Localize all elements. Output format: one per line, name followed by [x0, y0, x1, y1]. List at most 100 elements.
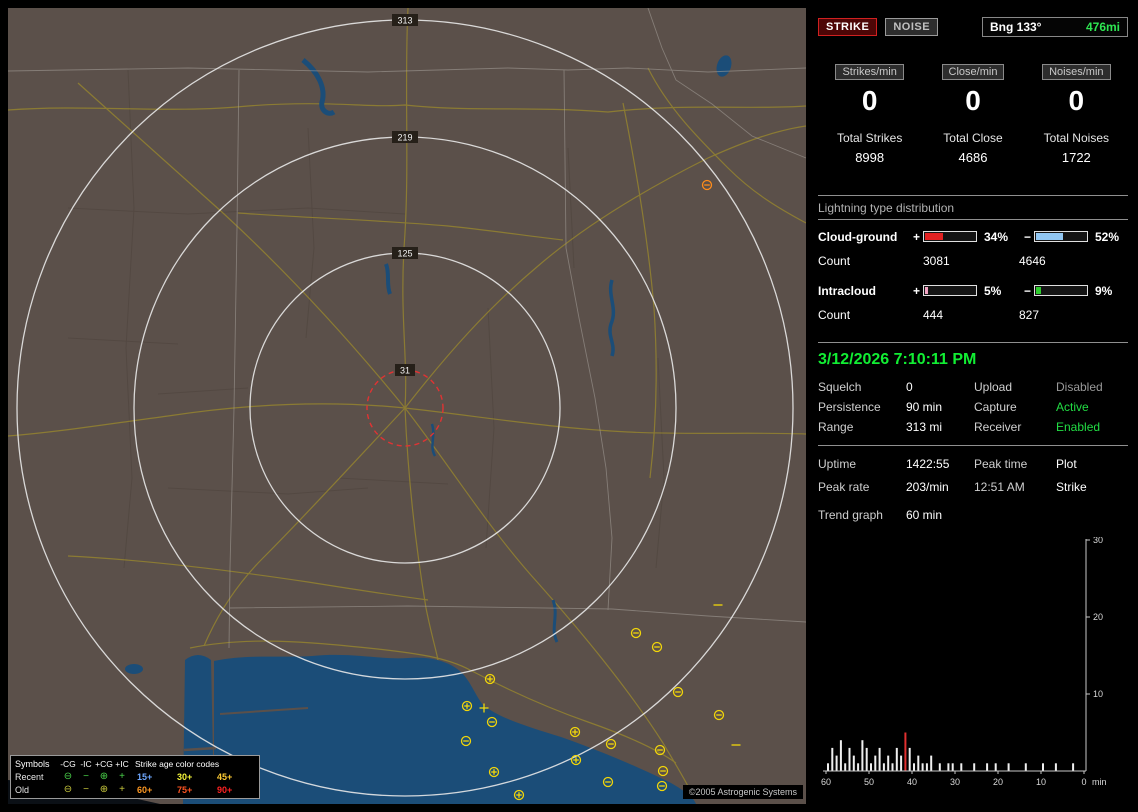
legend-col-pos-cg: +CG [95, 759, 113, 769]
ic-plus-pct: 5% [979, 284, 1021, 298]
info-value: Active [1056, 400, 1128, 414]
legend-col-neg-ic: -IC [77, 759, 95, 769]
plus-sign: + [910, 284, 923, 298]
status-rows: Squelch0UploadDisabledPersistence90 minC… [818, 377, 1128, 445]
total-close-label: Total Close [921, 131, 1024, 145]
trend-x-tick: 40 [907, 777, 917, 787]
cg-plus-pct: 34% [979, 230, 1021, 244]
legend-symbols-title: Symbols [15, 759, 59, 769]
minus-sign: − [1021, 230, 1034, 244]
legend-strike-glyph: + [113, 785, 131, 795]
cg-plus-count: 3081 [923, 254, 1019, 268]
legend-header: Symbols -CG -IC +CG +IC Strike age color… [15, 757, 257, 770]
count-label: Count [818, 254, 910, 268]
noises-per-min-label: Noises/min [1042, 64, 1110, 80]
cloud-ground-row: Cloud-ground + 34% − 52% [818, 224, 1128, 249]
ring-distance-label: 31 [400, 366, 410, 376]
rate-col-noises: Noises/min 0 Total Noises 1722 [1025, 64, 1128, 165]
bearing-label: Bng 133° [990, 20, 1041, 34]
intracloud-count-row: Count 444 827 [818, 303, 1128, 326]
info-label: 12:51 AM [974, 480, 1056, 494]
info-label: Range [818, 420, 906, 434]
info-label: Peak time [974, 457, 1056, 471]
cg-minus-count: 4646 [1019, 254, 1128, 268]
trend-y-tick: 20 [1093, 612, 1103, 622]
ic-plus-gauge [923, 285, 977, 296]
trend-y-tick: 30 [1093, 537, 1103, 545]
copyright: ©2005 Astrogenic Systems [683, 785, 803, 799]
info-value: Disabled [1056, 380, 1128, 394]
trend-graph-window: 60 min [906, 508, 1128, 522]
trend-graph: 6050403020100min302010 [818, 537, 1128, 792]
strikes-per-min-label: Strikes/min [835, 64, 903, 80]
legend-strike-glyph: ⊖ [59, 772, 77, 782]
minus-sign: − [1021, 284, 1034, 298]
trend-x-tick: 30 [950, 777, 960, 787]
legend-col-pos-ic: +IC [113, 759, 131, 769]
sidebar-topbar: STRIKE NOISE Bng 133° 476mi [818, 16, 1128, 38]
legend-col-neg-cg: -CG [59, 759, 77, 769]
legend-row: Old⊖−⊕+60+75+90+ [15, 783, 257, 796]
rate-col-strikes: Strikes/min 0 Total Strikes 8998 [818, 64, 921, 165]
total-strikes-label: Total Strikes [818, 131, 921, 145]
info-label: Persistence [818, 400, 906, 414]
legend-strike-glyph: − [77, 772, 95, 782]
total-noises-value: 1722 [1025, 150, 1128, 165]
legend-strike-glyph: ⊕ [95, 772, 113, 782]
strike-button[interactable]: STRIKE [818, 18, 877, 36]
info-label: Capture [974, 400, 1056, 414]
rate-col-close: Close/min 0 Total Close 4686 [921, 64, 1024, 165]
legend-age-code: 30+ [171, 772, 211, 782]
info-row: Squelch0UploadDisabled [818, 377, 1128, 397]
info-label: Peak rate [818, 480, 906, 494]
strikes-per-min-value: 0 [818, 85, 921, 117]
info-row: Range313 miReceiverEnabled [818, 417, 1128, 437]
legend-age-code: 60+ [131, 785, 171, 795]
legend-row-label: Recent [15, 772, 59, 782]
legend-row: Recent⊖−⊕+15+30+45+ [15, 770, 257, 783]
bearing-box: Bng 133° 476mi [982, 17, 1128, 37]
ic-plus-count: 444 [923, 308, 1019, 322]
bearing-distance: 476mi [1086, 20, 1120, 34]
cg-plus-gauge [923, 231, 977, 242]
cloud-ground-count-row: Count 3081 4646 [818, 249, 1128, 272]
ring-distance-label: 125 [397, 249, 412, 259]
ic-minus-pct: 9% [1090, 284, 1126, 298]
info-row: Uptime1422:55Peak timePlot [818, 452, 1128, 475]
noise-button[interactable]: NOISE [885, 18, 938, 36]
info-label: Uptime [818, 457, 906, 471]
total-close-value: 4686 [921, 150, 1024, 165]
legend-strike-glyph: − [77, 785, 95, 795]
trend-y-tick: 10 [1093, 689, 1103, 699]
session-rows: Uptime1422:55Peak timePlotPeak rate203/m… [818, 446, 1128, 498]
legend-age-code: 45+ [211, 772, 251, 782]
noises-per-min-value: 0 [1025, 85, 1128, 117]
cloud-ground-label: Cloud-ground [818, 230, 910, 244]
trend-x-tick: 0 [1081, 777, 1086, 787]
ic-minus-gauge [1034, 285, 1088, 296]
intracloud-label: Intracloud [818, 284, 910, 298]
trend-x-unit: min [1092, 777, 1107, 787]
lightning-map[interactable]: 31321912531 Symbols -CG -IC +CG +IC Stri… [8, 8, 806, 804]
datetime: 3/12/2026 7:10:11 PM [818, 343, 1128, 377]
info-value: 1422:55 [906, 457, 974, 471]
ring-distance-label: 313 [397, 16, 412, 26]
info-label: Receiver [974, 420, 1056, 434]
info-value: 203/min [906, 480, 974, 494]
legend-age-code: 15+ [131, 772, 171, 782]
trend-graph-label: Trend graph [818, 508, 906, 522]
info-row: Peak rate203/min12:51 AMStrike [818, 475, 1128, 498]
info-value: 90 min [906, 400, 974, 414]
legend-strike-glyph: ⊖ [59, 785, 77, 795]
total-strikes-value: 8998 [818, 150, 921, 165]
total-noises-label: Total Noises [1025, 131, 1128, 145]
rates-row: Strikes/min 0 Total Strikes 8998 Close/m… [818, 64, 1128, 165]
nexstorm-app: 31321912531 Symbols -CG -IC +CG +IC Stri… [0, 0, 1138, 812]
trend-x-tick: 20 [993, 777, 1003, 787]
trend-chart-canvas: 6050403020100min302010 [818, 537, 1128, 789]
info-row: Persistence90 minCaptureActive [818, 397, 1128, 417]
trend-label-row: Trend graph 60 min [818, 503, 1128, 527]
ic-minus-count: 827 [1019, 308, 1128, 322]
map-canvas[interactable]: 31321912531 [8, 8, 806, 804]
legend-strike-glyph: ⊕ [95, 785, 113, 795]
